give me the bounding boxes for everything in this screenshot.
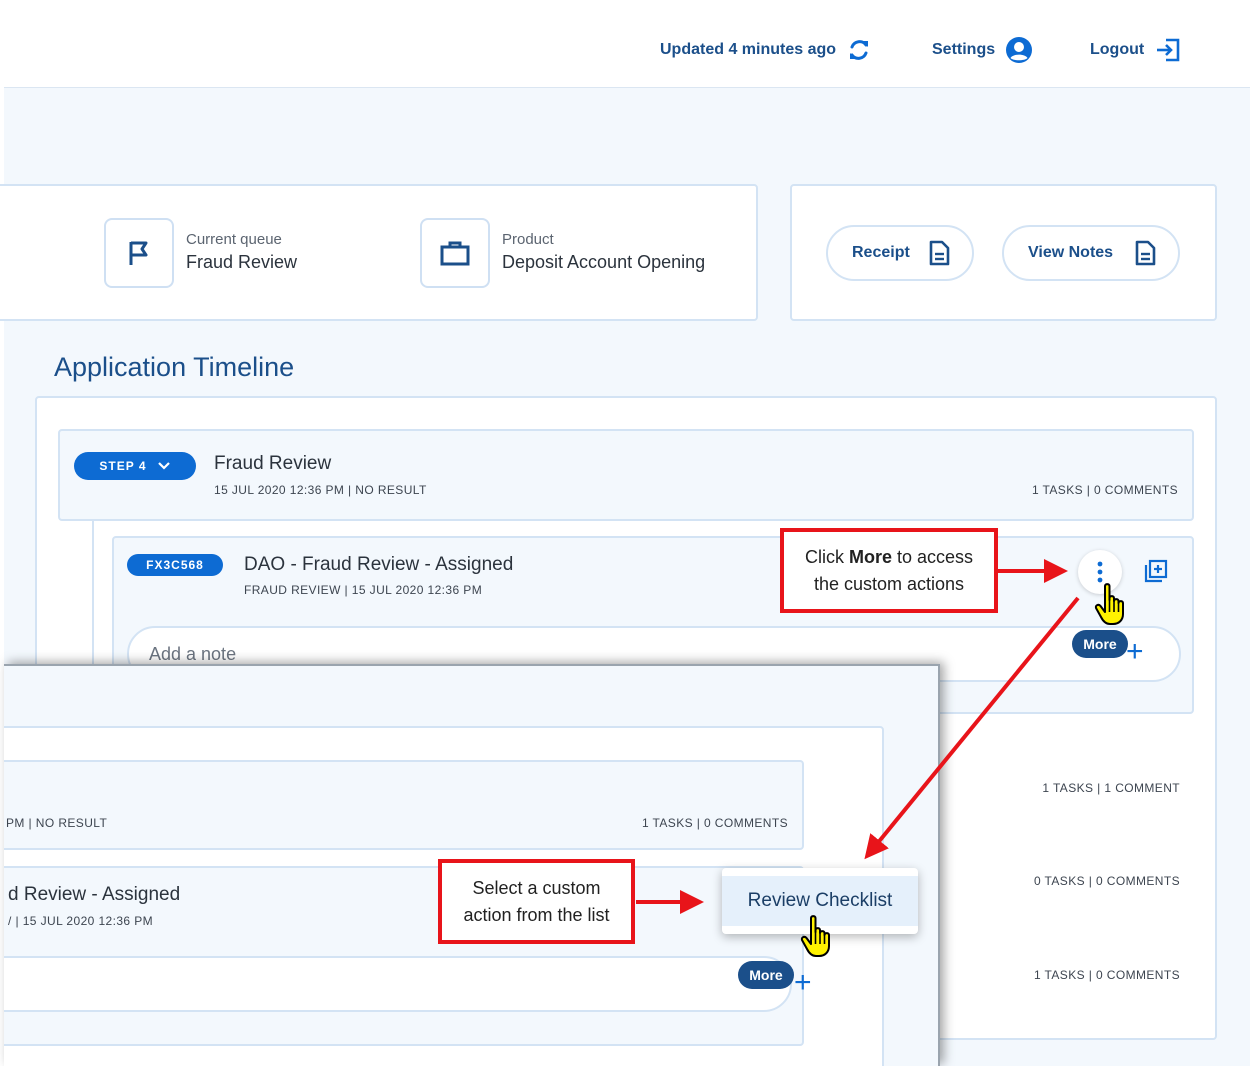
receipt-button[interactable]: Receipt <box>826 225 974 281</box>
top-bar: Updated 4 minutes ago Settings Logout <box>4 0 1250 88</box>
flag-icon <box>129 241 148 265</box>
document-icon <box>1135 240 1156 266</box>
callout-click-more: Click More to access the custom actions <box>780 528 998 613</box>
callout-click-more-line2: the custom actions <box>813 573 965 594</box>
chevron-down-icon <box>157 462 170 470</box>
receipt-label: Receipt <box>852 244 910 261</box>
settings-link[interactable]: Settings <box>932 36 1033 64</box>
product-value: Deposit Account Opening <box>502 252 706 272</box>
step-counts-1: 1 TASKS | 0 COMMENTS <box>1033 968 1180 982</box>
refresh-status[interactable]: Updated 4 minutes ago <box>660 36 872 64</box>
step-counts-2: 0 TASKS | 0 COMMENTS <box>1033 874 1180 888</box>
task-meta: FRAUD REVIEW | 15 JUL 2020 12:36 PM <box>244 583 483 597</box>
user-circle-icon <box>1006 37 1033 63</box>
step-badge-label: STEP 4 <box>99 459 147 473</box>
timeline-title: Application Timeline <box>54 352 295 382</box>
hand-cursor-icon <box>800 915 830 957</box>
callout-prefix: Click <box>804 546 849 567</box>
view-notes-button[interactable]: View Notes <box>1002 225 1180 281</box>
zoomed-task-title: d Review - Assigned <box>8 884 181 905</box>
queue-label: Current queue <box>186 231 282 248</box>
add-item-icon[interactable] <box>1144 559 1168 583</box>
product-label: Product <box>502 231 554 248</box>
callout-bold: More <box>848 546 892 567</box>
note-placeholder: Add a note <box>149 644 237 664</box>
zoomed-plus-icon[interactable]: + <box>794 968 812 998</box>
logout-icon <box>1157 38 1180 62</box>
logout-label: Logout <box>1090 41 1145 58</box>
callout-click-more-text: Click More to access the custom actions <box>805 544 973 598</box>
briefcase-icon <box>440 241 470 266</box>
more-tooltip: More <box>1072 630 1128 658</box>
callout-click-more-line1: Click More to access <box>805 544 973 571</box>
logout-link[interactable]: Logout <box>1090 36 1182 64</box>
kebab-icon <box>1097 561 1103 583</box>
plus-icon[interactable]: + <box>1126 637 1144 667</box>
task-title: DAO - Fraud Review - Assigned <box>244 554 514 575</box>
refresh-icon <box>850 40 869 60</box>
zoomed-task-card: d Review - Assigned / | 15 JUL 2020 12:3… <box>4 866 804 1046</box>
document-icon <box>929 240 950 266</box>
step-title: Fraud Review <box>214 453 332 474</box>
callout-suffix: to access <box>891 546 974 567</box>
zoomed-more-tooltip: More <box>738 961 794 989</box>
step-header[interactable]: STEP 4 Fraud Review 15 JUL 2020 12:36 PM… <box>58 429 1194 521</box>
step-meta: 15 JUL 2020 12:36 PM | NO RESULT <box>214 483 427 497</box>
zoomed-task-meta: / | 15 JUL 2020 12:36 PM <box>8 914 154 928</box>
callout-select-line2: action from the list <box>463 904 610 925</box>
hand-cursor-icon <box>1094 583 1124 625</box>
settings-label: Settings <box>932 41 996 58</box>
application-summary-card: Current queue Fraud Review Product Depos… <box>0 184 758 321</box>
zoomed-step-meta: PM | NO RESULT <box>6 816 108 830</box>
view-notes-label: View Notes <box>1028 244 1114 261</box>
callout-select-line1: Select a custom <box>472 877 601 898</box>
queue-icon-box <box>104 218 174 288</box>
zoomed-step-header: PM | NO RESULT 1 TASKS | 0 COMMENTS <box>4 760 804 850</box>
step-counts-3: 1 TASKS | 1 COMMENT <box>1042 781 1180 795</box>
product-icon-box <box>420 218 490 288</box>
callout-select-action: Select a custom action from the list <box>438 859 635 944</box>
zoomed-step-counts: 1 TASKS | 0 COMMENTS <box>641 816 788 830</box>
queue-value: Fraud Review <box>186 252 298 272</box>
actions-card: Receipt View Notes <box>790 184 1217 321</box>
callout-select-text: Select a custom action from the list <box>463 875 609 929</box>
zoomed-note-input[interactable] <box>4 956 792 1012</box>
updated-label: Updated 4 minutes ago <box>660 41 837 58</box>
task-id-badge: FX3C568 <box>127 554 223 576</box>
step-badge[interactable]: STEP 4 <box>74 452 196 480</box>
step-counts: 1 TASKS | 0 COMMENTS <box>1031 483 1178 497</box>
